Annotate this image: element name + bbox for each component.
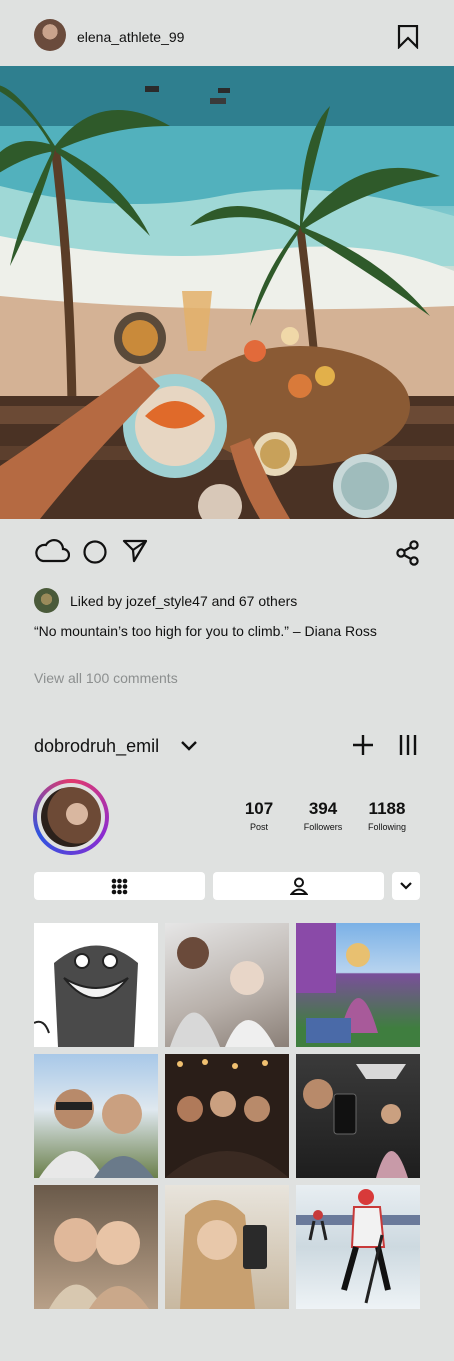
bookmark-icon[interactable] bbox=[397, 25, 419, 49]
grid-thumbnail[interactable] bbox=[165, 923, 289, 1047]
cloud-icon[interactable] bbox=[34, 539, 70, 563]
share-icon[interactable] bbox=[396, 540, 420, 566]
profile-username[interactable]: dobrodruh_emil bbox=[34, 736, 159, 757]
grid-thumbnail[interactable] bbox=[165, 1054, 289, 1178]
post-photo[interactable] bbox=[0, 66, 454, 519]
grid-thumbnail[interactable] bbox=[296, 1185, 420, 1309]
person-icon bbox=[290, 877, 308, 895]
tab-tagged[interactable] bbox=[213, 872, 384, 900]
send-icon[interactable] bbox=[122, 539, 148, 563]
chevron-down-icon bbox=[399, 881, 413, 891]
post-caption: “No mountain’s too high for you to climb… bbox=[34, 623, 377, 639]
following-label: Following bbox=[367, 822, 407, 832]
followers-label: Followers bbox=[303, 822, 343, 832]
circle-icon[interactable] bbox=[82, 539, 108, 565]
view-all-comments-link[interactable]: View all 100 comments bbox=[34, 670, 178, 686]
grid-thumbnail[interactable] bbox=[34, 1185, 158, 1309]
expand-button[interactable] bbox=[392, 872, 420, 900]
author-avatar[interactable] bbox=[34, 19, 66, 51]
grid-thumbnail[interactable] bbox=[296, 1054, 420, 1178]
liker-avatar[interactable] bbox=[34, 588, 59, 613]
grid-thumbnail[interactable] bbox=[34, 923, 158, 1047]
tab-grid[interactable] bbox=[34, 872, 205, 900]
grid-thumbnail[interactable] bbox=[296, 923, 420, 1047]
post-count[interactable]: 107 bbox=[224, 799, 294, 819]
liked-by-text[interactable]: Liked by jozef_style47 and 67 others bbox=[70, 593, 297, 609]
post-count-label: Post bbox=[249, 822, 268, 832]
grid-icon bbox=[111, 878, 128, 895]
profile-avatar[interactable] bbox=[33, 779, 109, 855]
following-count[interactable]: 1188 bbox=[352, 799, 422, 819]
followers-count[interactable]: 394 bbox=[288, 799, 358, 819]
post-author-username[interactable]: elena_athlete_99 bbox=[77, 29, 184, 45]
plus-icon[interactable] bbox=[352, 734, 374, 756]
menu-icon[interactable] bbox=[399, 734, 417, 756]
grid-thumbnail[interactable] bbox=[34, 1054, 158, 1178]
chevron-down-icon[interactable] bbox=[180, 740, 198, 752]
grid-thumbnail[interactable] bbox=[165, 1185, 289, 1309]
